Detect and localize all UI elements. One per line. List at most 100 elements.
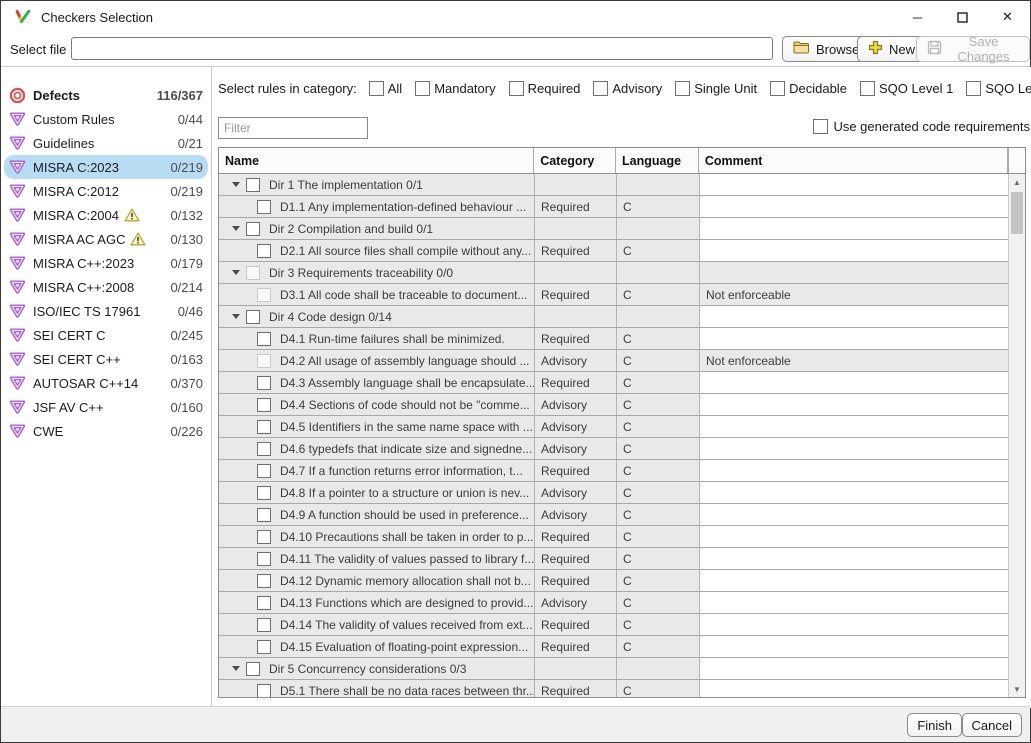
table-row[interactable]: D4.3 Assembly language shall be encapsul… bbox=[219, 372, 1025, 394]
rule-checkbox[interactable] bbox=[257, 376, 271, 390]
collapse-triangle-icon[interactable] bbox=[232, 270, 240, 275]
cancel-button[interactable]: Cancel bbox=[962, 713, 1022, 737]
table-row[interactable]: Dir 2 Compilation and build 0/1 bbox=[219, 218, 1025, 240]
table-row[interactable]: D4.1 Run-time failures shall be minimize… bbox=[219, 328, 1025, 350]
category-checkbox-mandatory[interactable] bbox=[415, 81, 430, 96]
rule-comment-cell[interactable] bbox=[700, 438, 1010, 460]
table-row[interactable]: Dir 1 The implementation 0/1 bbox=[219, 174, 1025, 196]
rule-checkbox[interactable] bbox=[257, 420, 271, 434]
column-header-language[interactable]: Language bbox=[616, 148, 699, 173]
scroll-up-icon[interactable]: ▲ bbox=[1009, 174, 1025, 190]
sidebar-item-misra-cpp-2008[interactable]: MISRA C++:20080/214 bbox=[4, 275, 208, 299]
table-row[interactable]: D4.4 Sections of code should not be "com… bbox=[219, 394, 1025, 416]
filter-input[interactable] bbox=[218, 117, 368, 139]
rule-comment-cell[interactable] bbox=[700, 658, 1010, 680]
collapse-triangle-icon[interactable] bbox=[232, 182, 240, 187]
save-changes-button[interactable]: Save Changes bbox=[916, 36, 1030, 62]
rule-comment-cell[interactable] bbox=[700, 526, 1010, 548]
category-checkbox-required[interactable] bbox=[509, 81, 524, 96]
table-row[interactable]: D4.7 If a function returns error informa… bbox=[219, 460, 1025, 482]
category-option-required[interactable]: Required bbox=[509, 81, 581, 96]
table-row[interactable]: D4.14 The validity of values received fr… bbox=[219, 614, 1025, 636]
vertical-scrollbar[interactable]: ▲ ▼ bbox=[1008, 174, 1025, 697]
table-row[interactable]: D4.9 A function should be used in prefer… bbox=[219, 504, 1025, 526]
table-row[interactable]: D4.13 Functions which are designed to pr… bbox=[219, 592, 1025, 614]
category-option-mandatory[interactable]: Mandatory bbox=[415, 81, 495, 96]
rule-comment-cell[interactable] bbox=[700, 592, 1010, 614]
table-row[interactable]: D1.1 Any implementation-defined behaviou… bbox=[219, 196, 1025, 218]
close-button[interactable]: ✕ bbox=[985, 1, 1030, 33]
rule-checkbox[interactable] bbox=[257, 574, 271, 588]
table-row[interactable]: D2.1 All source files shall compile with… bbox=[219, 240, 1025, 262]
rule-comment-cell[interactable] bbox=[700, 306, 1010, 328]
rule-comment-cell[interactable] bbox=[700, 174, 1010, 196]
column-header-comment[interactable]: Comment bbox=[699, 148, 1008, 173]
table-row[interactable]: Dir 4 Code design 0/14 bbox=[219, 306, 1025, 328]
rule-checkbox[interactable] bbox=[257, 332, 271, 346]
scrollbar-thumb[interactable] bbox=[1011, 192, 1023, 234]
category-checkbox-sqo-level-1[interactable] bbox=[860, 81, 875, 96]
table-row[interactable]: D4.8 If a pointer to a structure or unio… bbox=[219, 482, 1025, 504]
table-row[interactable]: Dir 5 Concurrency considerations 0/3 bbox=[219, 658, 1025, 680]
category-checkbox-all[interactable] bbox=[369, 81, 384, 96]
rule-comment-cell[interactable] bbox=[700, 328, 1010, 350]
table-row[interactable]: D4.12 Dynamic memory allocation shall no… bbox=[219, 570, 1025, 592]
collapse-triangle-icon[interactable] bbox=[232, 226, 240, 231]
sidebar-item-defects[interactable]: Defects116/367 bbox=[4, 83, 208, 107]
column-header-name[interactable]: Name bbox=[219, 148, 534, 173]
scroll-down-icon[interactable]: ▼ bbox=[1009, 681, 1025, 697]
sidebar-item-misra-c-2004[interactable]: MISRA C:20040/132 bbox=[4, 203, 208, 227]
rule-comment-cell[interactable] bbox=[700, 636, 1010, 658]
column-header-category[interactable]: Category bbox=[534, 148, 616, 173]
rule-checkbox[interactable] bbox=[257, 398, 271, 412]
rule-checkbox[interactable] bbox=[257, 508, 271, 522]
category-option-sqo-level-1[interactable]: SQO Level 1 bbox=[860, 81, 953, 96]
table-row[interactable]: D4.10 Precautions shall be taken in orde… bbox=[219, 526, 1025, 548]
rule-checkbox[interactable] bbox=[257, 618, 271, 632]
rule-checkbox[interactable] bbox=[257, 684, 271, 698]
rule-comment-cell[interactable] bbox=[700, 416, 1010, 438]
rule-checkbox[interactable] bbox=[257, 640, 271, 654]
rule-comment-cell[interactable] bbox=[700, 504, 1010, 526]
rule-comment-cell[interactable] bbox=[700, 196, 1010, 218]
rule-comment-cell[interactable] bbox=[700, 394, 1010, 416]
table-row[interactable]: D4.6 typedefs that indicate size and sig… bbox=[219, 438, 1025, 460]
use-generated-code-checkbox[interactable] bbox=[813, 119, 828, 134]
rule-checkbox[interactable] bbox=[257, 244, 271, 258]
sidebar-item-misra-c-2023[interactable]: MISRA C:20230/219 bbox=[4, 155, 208, 179]
table-row[interactable]: D3.1 All code shall be traceable to docu… bbox=[219, 284, 1025, 306]
category-option-decidable[interactable]: Decidable bbox=[770, 81, 847, 96]
table-row[interactable]: D5.1 There shall be no data races betwee… bbox=[219, 680, 1025, 697]
rule-checkbox[interactable] bbox=[257, 596, 271, 610]
rule-comment-cell[interactable] bbox=[700, 240, 1010, 262]
rule-comment-cell[interactable] bbox=[700, 614, 1010, 636]
sidebar-item-jsf-av-cpp[interactable]: JSF AV C++0/160 bbox=[4, 395, 208, 419]
sidebar-item-autosar-cpp14[interactable]: AUTOSAR C++140/370 bbox=[4, 371, 208, 395]
rule-checkbox[interactable] bbox=[257, 442, 271, 456]
sidebar-item-sei-cert-cpp[interactable]: SEI CERT C++0/163 bbox=[4, 347, 208, 371]
table-row[interactable]: D4.5 Identifiers in the same name space … bbox=[219, 416, 1025, 438]
category-checkbox-single-unit[interactable] bbox=[675, 81, 690, 96]
rule-checkbox[interactable] bbox=[246, 222, 260, 236]
category-option-all[interactable]: All bbox=[369, 81, 402, 96]
rule-checkbox[interactable] bbox=[257, 552, 271, 566]
rule-comment-cell[interactable] bbox=[700, 460, 1010, 482]
rule-checkbox[interactable] bbox=[257, 530, 271, 544]
sidebar-item-misra-ac-agc[interactable]: MISRA AC AGC0/130 bbox=[4, 227, 208, 251]
collapse-triangle-icon[interactable] bbox=[232, 314, 240, 319]
sidebar-item-iso-iec-ts-17961[interactable]: ISO/IEC TS 179610/46 bbox=[4, 299, 208, 323]
category-option-single-unit[interactable]: Single Unit bbox=[675, 81, 757, 96]
sidebar-item-misra-cpp-2023[interactable]: MISRA C++:20230/179 bbox=[4, 251, 208, 275]
use-generated-code-option[interactable]: Use generated code requirements bbox=[813, 119, 1030, 134]
sidebar-item-cwe[interactable]: CWE0/226 bbox=[4, 419, 208, 443]
maximize-button[interactable] bbox=[940, 1, 985, 33]
sidebar-item-guidelines[interactable]: Guidelines0/21 bbox=[4, 131, 208, 155]
rule-comment-cell[interactable] bbox=[700, 548, 1010, 570]
table-row[interactable]: Dir 3 Requirements traceability 0/0 bbox=[219, 262, 1025, 284]
table-row[interactable]: D4.2 All usage of assembly language shou… bbox=[219, 350, 1025, 372]
category-checkbox-sqo-level-2[interactable] bbox=[966, 81, 981, 96]
finish-button[interactable]: Finish bbox=[907, 713, 962, 737]
rule-checkbox[interactable] bbox=[246, 310, 260, 324]
select-file-input[interactable] bbox=[71, 37, 773, 60]
sidebar-item-misra-c-2012[interactable]: MISRA C:20120/219 bbox=[4, 179, 208, 203]
